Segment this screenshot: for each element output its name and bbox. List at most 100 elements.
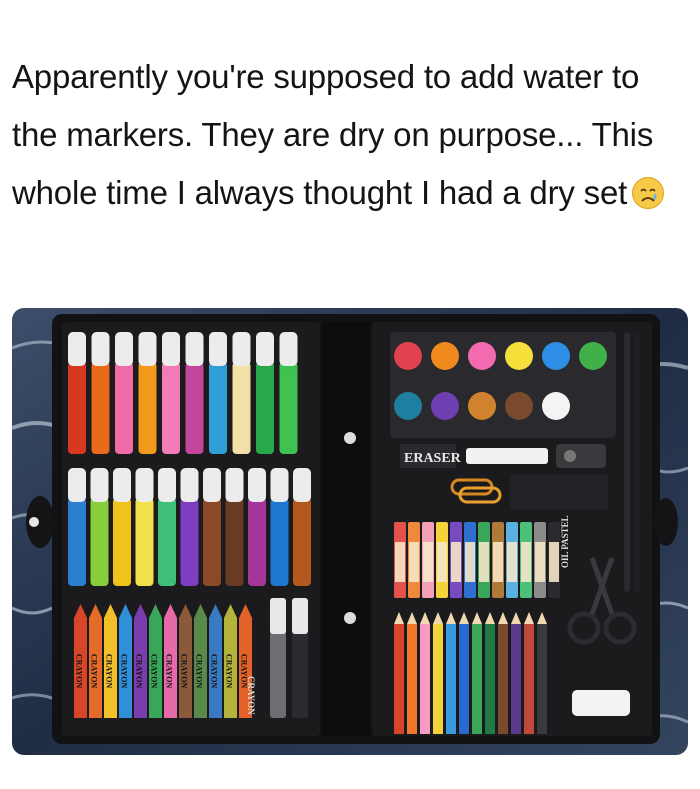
crayon-label: CRAYON (135, 654, 144, 689)
marker-band (165, 366, 177, 374)
pastel-wrapper (479, 542, 489, 582)
marker-body (68, 362, 86, 454)
pastel-wrapper (507, 542, 517, 582)
marker-body (279, 362, 298, 454)
crayon-label-large: CRAYON (246, 676, 256, 715)
sharpener (556, 444, 606, 468)
marker-cap (180, 468, 199, 502)
marker-cap (138, 332, 157, 366)
marker-band (71, 366, 83, 374)
hinge-top (344, 432, 356, 444)
pencil-body (537, 624, 547, 734)
marker-band (235, 366, 248, 374)
pencil-body (459, 624, 469, 734)
marker-body (232, 362, 251, 454)
marker-body (138, 362, 157, 454)
meme-post: Apparently you're supposed to add water … (0, 0, 700, 789)
marker-band (259, 366, 271, 374)
eraser-label: ERASER (404, 451, 462, 466)
marker-cap (203, 468, 221, 502)
crayon-label: CRAYON (75, 654, 84, 689)
marker-body (225, 498, 244, 586)
marker-body (115, 362, 133, 454)
marker-cap (90, 468, 109, 502)
crayon-label: CRAYON (165, 654, 174, 689)
marker-cap (115, 332, 133, 366)
pencil-body (524, 624, 534, 734)
crayon-label: CRAYON (150, 654, 159, 689)
marker-cap (256, 332, 274, 366)
hinge-bottom (344, 612, 356, 624)
accessory-slot (510, 474, 608, 510)
marker-band (212, 366, 224, 374)
gray-marker-cap (270, 598, 286, 634)
pencil-body (511, 624, 521, 734)
marker-cap (68, 468, 86, 502)
pastel-wrapper (535, 542, 545, 582)
marker-cap (135, 468, 154, 502)
pencil-body (433, 624, 443, 734)
paint-pan (431, 392, 459, 420)
marker-band (141, 366, 154, 374)
marker-body (270, 498, 289, 586)
marker-body (180, 498, 199, 586)
case-handle-right (654, 498, 678, 546)
white-eraser (466, 448, 548, 464)
watercolor-palette (390, 332, 616, 438)
marker-cap (158, 468, 176, 502)
post-caption: Apparently you're supposed to add water … (12, 48, 682, 228)
pastel-wrapper (549, 542, 559, 582)
crayon-label: CRAYON (90, 654, 99, 689)
paint-pan (394, 342, 422, 370)
pencil-body (472, 624, 482, 734)
oil-pastel-label: OIL PASTEL (560, 515, 570, 568)
marker-body (135, 498, 154, 586)
case-latch-left (29, 517, 39, 527)
paint-pan (542, 342, 570, 370)
crayon-label: CRAYON (120, 654, 129, 689)
marker-cap (185, 332, 204, 366)
crying-face-icon (631, 170, 665, 228)
marker-band (282, 366, 295, 374)
pastel-wrapper (493, 542, 503, 582)
marker-cap (91, 332, 110, 366)
crayon-label: CRAYON (210, 654, 219, 689)
marker-band (94, 366, 107, 374)
paint-pan (505, 392, 533, 420)
marker-band (118, 366, 130, 374)
caption-text: Apparently you're supposed to add water … (12, 58, 654, 211)
crayon-label: CRAYON (180, 654, 189, 689)
pastel-wrapper (521, 542, 531, 582)
art-set-photo: CRAYON CRAYON CRAYON CRAYON CRAYON CRAYON CRAY… (12, 308, 688, 755)
pencil-body (498, 624, 508, 734)
marker-body (209, 362, 227, 454)
black-marker-cap (292, 598, 308, 634)
marker-cap (225, 468, 244, 502)
paint-pan (542, 392, 570, 420)
art-set-image: CRAYON CRAYON CRAYON CRAYON CRAYON CRAYON CRAY… (12, 308, 688, 755)
marker-body (91, 362, 110, 454)
long-pencil-2 (634, 332, 640, 592)
marker-body (248, 498, 266, 586)
pastel-wrapper (395, 542, 405, 582)
sharpener-hole (564, 450, 576, 462)
marker-cap (113, 468, 131, 502)
pastel-wrapper (465, 542, 475, 582)
crayon-label: CRAYON (225, 654, 234, 689)
paint-pan (505, 342, 533, 370)
eraser-block (572, 690, 630, 716)
marker-cap (279, 332, 298, 366)
marker-cap (293, 468, 311, 502)
pastel-wrapper (437, 542, 447, 582)
paint-pan (468, 392, 496, 420)
pastel-wrapper (409, 542, 419, 582)
paint-pan (468, 342, 496, 370)
crayon-row: CRAYON CRAYON CRAYON CRAYON CRAYON CRAYON CRAY… (74, 604, 256, 718)
marker-band (188, 366, 201, 374)
marker-body (162, 362, 180, 454)
marker-body (158, 498, 176, 586)
marker-body (293, 498, 311, 586)
pencil-body (446, 624, 456, 734)
pastel-wrapper (451, 542, 461, 582)
pastel-wrapper (423, 542, 433, 582)
